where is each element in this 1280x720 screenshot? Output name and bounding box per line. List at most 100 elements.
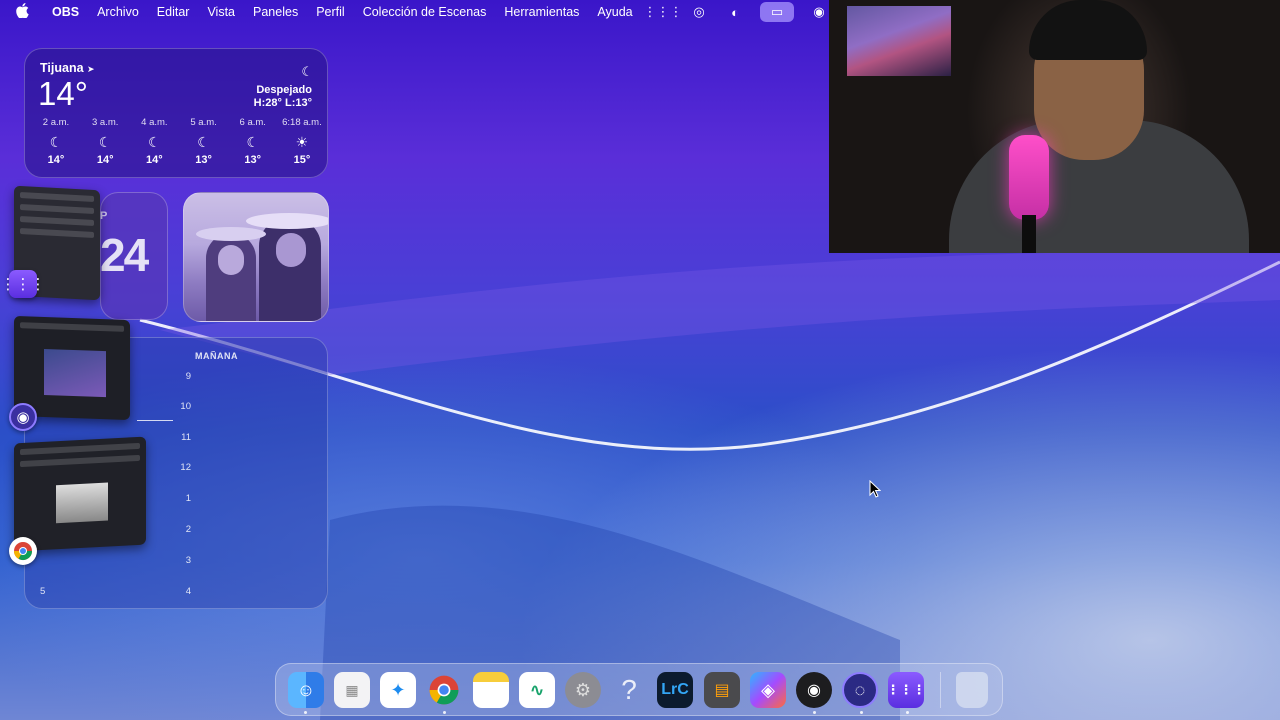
calendar-header: MAÑANA xyxy=(195,351,238,361)
menu-perfil[interactable]: Perfil xyxy=(316,5,344,19)
grid-app-icon[interactable]: ⋮⋮⋮ xyxy=(1,270,46,298)
forecast-time: 4 a.m. xyxy=(141,117,168,128)
obs-app-icon[interactable]: ◉ xyxy=(9,403,37,431)
calendar-hour: 4 xyxy=(185,586,191,597)
moon-icon: ☾ xyxy=(301,64,313,79)
menu-ayuda[interactable]: Ayuda xyxy=(597,5,632,19)
lightroom-classic-icon[interactable]: LrC xyxy=(657,672,693,708)
obs-status-icon[interactable]: ◐ xyxy=(724,2,746,22)
calendar-hour: 2 xyxy=(185,524,191,535)
notes-icon[interactable] xyxy=(473,672,509,708)
window-video-preview xyxy=(44,349,106,398)
app-icon[interactable]: ◌ xyxy=(842,672,878,708)
moon-icon: ☾ xyxy=(98,134,112,150)
forecast-time: 6 a.m. xyxy=(239,117,266,128)
chrome-icon[interactable] xyxy=(9,537,37,565)
menu-coleccion-escenas[interactable]: Colección de Escenas xyxy=(363,5,487,19)
forecast-hour: 5 a.m. ☾ 13° xyxy=(181,117,227,166)
launchpad-icon[interactable]: ▦ xyxy=(334,672,370,708)
forecast-hour: 4 a.m. ☾ 14° xyxy=(131,117,177,166)
trash-icon[interactable] xyxy=(956,672,988,708)
status-icons: ⋮⋮⋮ ◎ ◐ ▭ ◉ xyxy=(644,2,830,22)
photo-face xyxy=(276,233,306,267)
calendar-hour: 10 xyxy=(180,401,191,412)
forecast-time: 2 a.m. xyxy=(42,117,70,128)
weather-city: Tijuana ➤ xyxy=(40,61,95,75)
help-icon[interactable]: ? xyxy=(611,672,647,708)
photo-hat xyxy=(246,213,328,229)
calendar-hour: 3 xyxy=(185,555,191,566)
window-row xyxy=(20,322,124,332)
obs-recording-status-icon[interactable]: ◉ xyxy=(808,2,830,22)
menu-herramientas[interactable]: Herramientas xyxy=(504,5,579,19)
window-row xyxy=(20,442,140,456)
forecast-temp: 14° xyxy=(146,154,163,166)
safari-icon[interactable]: ✦ xyxy=(380,672,416,708)
menu-editar[interactable]: Editar xyxy=(157,5,190,19)
forecast-temp: 14° xyxy=(96,154,114,166)
forecast-temp: 13° xyxy=(195,154,212,166)
forecast-time: 5 a.m. xyxy=(190,117,217,128)
calendar-left-number: 5 xyxy=(40,586,46,597)
weather-high-low: H:28° L:13° xyxy=(253,97,312,109)
weather-widget[interactable]: Tijuana ➤ 14° ☾ Despejado H:28° L:13° 2 … xyxy=(24,48,328,178)
menu-app-name[interactable]: OBS xyxy=(52,5,79,19)
window-row xyxy=(20,192,94,202)
stage-window-obs[interactable] xyxy=(14,315,130,421)
location-arrow-icon: ➤ xyxy=(87,64,95,74)
dock: ☺ ▦ ✦ ∿ ⚙ ? LrC ▤ ◈ ◉ ◌ ⋮⋮⋮ xyxy=(275,663,1003,716)
window-row xyxy=(20,204,94,214)
forecast-hour: 6 a.m. ☾ 13° xyxy=(230,117,276,166)
moon-icon: ☾ xyxy=(246,134,260,150)
forecast-hour: 2 a.m. ☾ 14° xyxy=(33,117,79,166)
running-indicator xyxy=(443,711,446,714)
calendar-hour: 11 xyxy=(181,432,191,443)
forecast-temp: 15° xyxy=(293,154,311,166)
copilot-status-icon[interactable]: ◎ xyxy=(688,2,710,22)
forecast-temp: 13° xyxy=(244,154,262,166)
obs-icon[interactable]: ◉ xyxy=(796,672,832,708)
calendar-day-number: 24 xyxy=(100,229,149,281)
moon-icon: ☾ xyxy=(49,134,63,150)
hourly-forecast: 2 a.m. ☾ 14° 3 a.m. ☾ 14° 4 a.m. ☾ 14° 5… xyxy=(33,117,325,166)
menu-vista[interactable]: Vista xyxy=(207,5,235,19)
moon-icon: ☾ xyxy=(148,134,161,150)
chrome-icon[interactable] xyxy=(426,672,462,708)
apple-icon[interactable] xyxy=(16,3,30,21)
weather-condition: Despejado xyxy=(256,84,312,96)
forecast-time: 3 a.m. xyxy=(91,117,119,128)
grid-status-icon[interactable]: ⋮⋮⋮ xyxy=(644,2,683,22)
freeform-icon[interactable]: ∿ xyxy=(519,672,555,708)
window-video-preview xyxy=(56,482,108,524)
running-indicator xyxy=(860,711,863,714)
calendar-hour: 12 xyxy=(180,462,191,473)
forecast-time: 6:18 a.m. xyxy=(282,117,322,128)
forecast-temp: 14° xyxy=(47,154,65,166)
grid-app-icon[interactable]: ⋮⋮⋮ xyxy=(887,672,926,708)
webcam-overlay xyxy=(829,0,1280,253)
menu-archivo[interactable]: Archivo xyxy=(97,5,139,19)
photo-hat xyxy=(196,227,266,241)
calendar-weekday-letter: P xyxy=(100,210,108,222)
calendar-hour: 1 xyxy=(185,493,191,504)
system-settings-icon[interactable]: ⚙ xyxy=(565,672,601,708)
dock-separator xyxy=(940,672,941,708)
copilot-icon[interactable]: ◈ xyxy=(750,672,786,708)
calendar-hour: 9 xyxy=(185,371,191,382)
calculator-icon[interactable]: ▤ xyxy=(704,672,740,708)
running-indicator xyxy=(906,711,909,714)
weather-temperature: 14° xyxy=(38,75,88,112)
window-row xyxy=(20,454,140,468)
screen-record-status-icon[interactable]: ▭ xyxy=(760,2,794,22)
running-indicator xyxy=(304,711,307,714)
menu-paneles[interactable]: Paneles xyxy=(253,5,298,19)
finder-icon[interactable]: ☺ xyxy=(288,672,324,708)
moon-icon: ☾ xyxy=(197,134,210,150)
webcam-cap xyxy=(1029,0,1147,60)
webcam-inset-image xyxy=(847,6,951,76)
photo-face xyxy=(218,245,244,275)
stage-window-chrome[interactable] xyxy=(14,436,146,552)
mouse-cursor xyxy=(869,480,881,498)
running-indicator xyxy=(813,711,816,714)
photo-widget[interactable] xyxy=(183,192,329,322)
